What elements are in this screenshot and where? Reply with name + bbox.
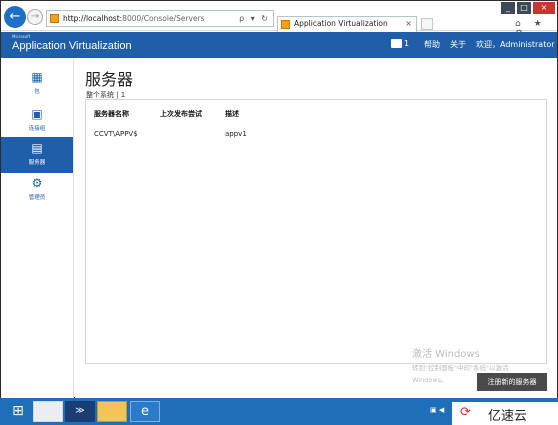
- notification-button[interactable]: 1: [391, 39, 409, 48]
- file-explorer-icon[interactable]: [97, 401, 127, 422]
- tab-application-virtualization[interactable]: Application Virtualization ×: [277, 16, 417, 32]
- notification-count: 1: [404, 39, 410, 48]
- servers-icon: ▤: [31, 141, 43, 155]
- sidebar-item-label: 连接组: [28, 126, 46, 132]
- page-title: 服务器: [85, 70, 134, 89]
- gear-icon: ⚙: [31, 176, 43, 190]
- sidebar-item-servers[interactable]: ▤ 服务器: [1, 137, 73, 173]
- connection-groups-icon: ▣: [31, 107, 43, 121]
- left-nav: ▦ 包 ▣ 连接组 ▤ 服务器 ⚙ 管理员: [1, 58, 74, 398]
- main-content: 服务器 整个系统 | 1 服务器名称 上次发布尝试 描述 CCVT\APPV$ …: [75, 58, 557, 398]
- forward-button[interactable]: →: [27, 9, 43, 25]
- back-button[interactable]: ←: [4, 6, 26, 28]
- column-header-description[interactable]: 描述: [225, 109, 239, 119]
- new-tab-button[interactable]: [421, 18, 433, 30]
- server-manager-icon[interactable]: [33, 401, 63, 422]
- app-header: Microsoft Application Virtualization 1 帮…: [1, 32, 557, 58]
- system-tray-icons[interactable]: ▣ ◀: [430, 406, 444, 414]
- url-path: 8000/Console/Servers: [122, 14, 205, 23]
- start-button[interactable]: ⊞: [3, 401, 33, 422]
- tab-site-icon: [281, 20, 290, 29]
- address-tools-icon[interactable]: ρ ▾ ↻: [239, 11, 270, 26]
- screen: ← → http://localhost:8000/Console/Server…: [0, 0, 558, 425]
- column-header-server-name[interactable]: 服务器名称: [94, 109, 129, 119]
- close-window-button[interactable]: ×: [533, 2, 555, 14]
- table-cell-server-name[interactable]: CCVT\APPV$: [94, 130, 138, 138]
- logo-text: 亿速云: [488, 409, 528, 424]
- about-link[interactable]: 关于: [450, 39, 466, 50]
- activate-text: 转到"控制面板"中的"系统"以激活: [412, 364, 509, 372]
- sidebar-item-label: 包: [34, 89, 40, 95]
- site-icon: [50, 14, 59, 23]
- address-bar[interactable]: http://localhost:8000/Console/Servers ρ …: [46, 10, 274, 27]
- register-server-button[interactable]: 注册新的服务器: [477, 373, 547, 391]
- brand-title: Application Virtualization: [12, 40, 132, 52]
- welcome-user[interactable]: 欢迎，Administrator: [476, 39, 555, 50]
- cloud-logo-icon: ⟳: [460, 405, 471, 420]
- url-host: http://localhost:: [63, 14, 123, 23]
- tab-close-icon[interactable]: ×: [405, 17, 412, 31]
- packages-icon: ▦: [31, 70, 43, 84]
- sidebar-item-administrators[interactable]: ⚙ 管理员: [1, 172, 73, 208]
- brand-company: Microsoft: [12, 34, 31, 39]
- sidebar-item-label: 服务器: [28, 160, 46, 166]
- maximize-button[interactable]: □: [517, 2, 531, 14]
- yisuyun-logo: ⟳ 亿速云: [452, 402, 558, 425]
- column-header-last-publish[interactable]: 上次发布尝试: [160, 109, 202, 119]
- sidebar-item-label: 管理员: [28, 195, 46, 201]
- tab-title: Application Virtualization: [294, 19, 388, 28]
- powershell-icon[interactable]: ≫: [65, 401, 95, 422]
- servers-table: 服务器名称 上次发布尝试 描述 CCVT\APPV$ appv1: [85, 99, 547, 364]
- message-icon: [391, 39, 402, 48]
- activate-title: 激活 Windows: [412, 349, 480, 360]
- internet-explorer-icon[interactable]: e: [130, 401, 160, 422]
- browser-toolbar: ← → http://localhost:8000/Console/Server…: [1, 1, 557, 39]
- table-cell-description: appv1: [225, 130, 247, 138]
- minimize-button[interactable]: _: [501, 2, 515, 14]
- help-link[interactable]: 帮助: [424, 39, 440, 50]
- browser-window: ← → http://localhost:8000/Console/Server…: [0, 0, 558, 398]
- sidebar-item-connection-groups[interactable]: ▣ 连接组: [1, 103, 73, 139]
- sidebar-item-packages[interactable]: ▦ 包: [1, 66, 73, 102]
